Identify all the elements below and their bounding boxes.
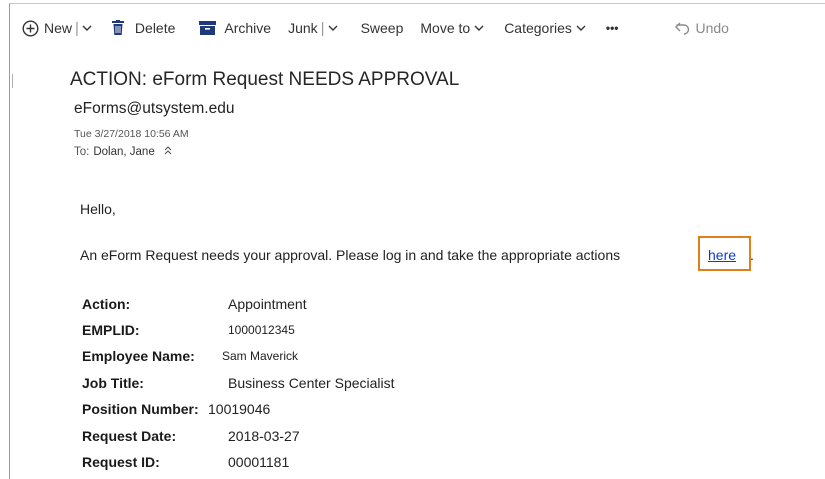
- chevron-down-icon: [576, 25, 586, 32]
- detail-key: Employee Name:: [82, 348, 195, 364]
- categories-button-label: Categories: [504, 20, 572, 36]
- detail-key: EMPLID:: [82, 322, 140, 338]
- message-subject: ACTION: eForm Request NEEDS APPROVAL: [70, 69, 460, 90]
- junk-button[interactable]: Junk |: [288, 4, 338, 52]
- detail-key: Request ID:: [82, 454, 160, 470]
- detail-key: Position Number:: [82, 401, 199, 417]
- intro-period: .: [750, 247, 754, 263]
- detail-row-request-date: Request Date: 2018-03-27: [82, 428, 300, 444]
- detail-value: Sam Maverick: [222, 349, 299, 363]
- plus-circle-icon: [22, 19, 39, 37]
- detail-value: Business Center Specialist: [228, 375, 395, 391]
- trash-icon: [111, 20, 125, 36]
- message-sender[interactable]: eForms@utsystem.edu: [74, 100, 234, 118]
- detail-value: 00001181: [228, 454, 290, 470]
- detail-value: 1000012345: [228, 323, 295, 337]
- delete-button[interactable]: Delete: [111, 4, 175, 52]
- pane-edge-marker: [12, 74, 14, 88]
- message-date: Tue 3/27/2018 10:56 AM: [74, 128, 189, 140]
- move-to-button[interactable]: Move to: [420, 4, 484, 52]
- detail-row-emplid: EMPLID: 1000012345: [82, 322, 295, 338]
- chevron-down-icon: [474, 25, 484, 32]
- toolbar-separator: |: [320, 19, 325, 37]
- here-link[interactable]: here: [708, 247, 736, 263]
- detail-row-position-number: Position Number: 10019046: [82, 401, 270, 417]
- detail-value: 2018-03-27: [228, 428, 300, 444]
- junk-button-label: Junk: [288, 20, 318, 36]
- move-to-button-label: Move to: [420, 20, 471, 36]
- here-link-wrap: here: [708, 247, 736, 263]
- detail-row-employee-name: Employee Name: Sam Maverick: [82, 348, 298, 364]
- chevron-up-double-icon[interactable]: [164, 146, 172, 158]
- recipient-name[interactable]: Dolan, Jane: [93, 146, 154, 158]
- detail-key: Job Title:: [82, 375, 144, 391]
- sweep-button[interactable]: Sweep: [361, 4, 404, 52]
- intro-text: An eForm Request needs your approval. Pl…: [80, 247, 621, 263]
- new-button-label: New: [44, 20, 73, 36]
- to-label: To:: [74, 146, 90, 158]
- detail-row-action: Action: Appointment: [82, 296, 307, 312]
- sweep-button-label: Sweep: [360, 20, 404, 36]
- recipients-row: To: Dolan, Jane: [74, 146, 172, 158]
- toolbar-separator: |: [75, 19, 79, 37]
- body-intro: An eForm Request needs your approval. Pl…: [80, 247, 620, 263]
- undo-button-label: Undo: [695, 20, 729, 36]
- detail-key: Request Date:: [82, 428, 177, 444]
- archive-icon: [199, 21, 217, 35]
- new-button[interactable]: New |: [22, 4, 92, 52]
- chevron-down-icon[interactable]: [328, 25, 338, 32]
- undo-button[interactable]: Undo: [674, 4, 729, 52]
- more-actions-button[interactable]: •••: [606, 4, 619, 52]
- command-toolbar: New | Delete Archive Junk | Sweep Move t…: [10, 4, 825, 52]
- undo-icon: [674, 22, 690, 35]
- detail-row-job-title: Job Title: Business Center Specialist: [82, 375, 395, 391]
- chevron-down-icon[interactable]: [82, 25, 92, 32]
- delete-button-label: Delete: [134, 20, 176, 36]
- body-greeting: Hello,: [80, 201, 116, 217]
- detail-row-request-id: Request ID: 00001181: [82, 454, 289, 470]
- detail-key: Action:: [82, 296, 131, 312]
- archive-button[interactable]: Archive: [199, 4, 271, 52]
- detail-value: Appointment: [228, 296, 307, 312]
- archive-button-label: Archive: [224, 20, 272, 36]
- more-icon: •••: [605, 21, 619, 35]
- categories-button[interactable]: Categories: [504, 4, 586, 52]
- detail-value: 10019046: [208, 401, 271, 417]
